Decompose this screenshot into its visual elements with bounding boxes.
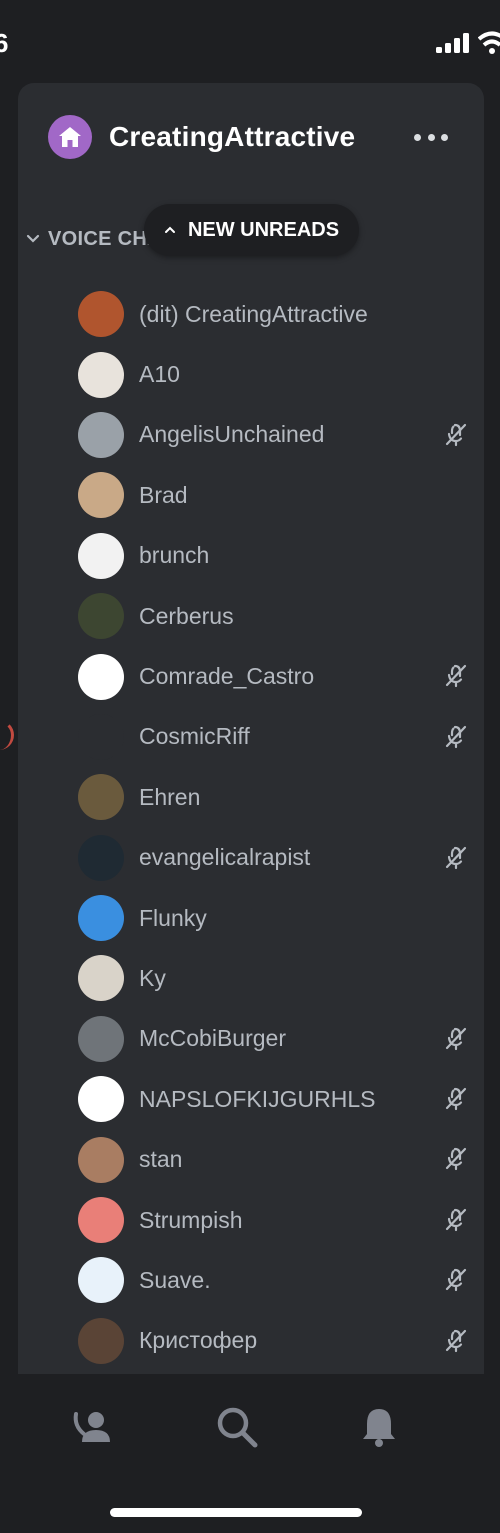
voice-member[interactable]: brunch [78, 526, 468, 586]
friends-icon [73, 1412, 110, 1442]
member-name: Flunky [139, 904, 207, 931]
member-name: Strumpish [139, 1206, 243, 1233]
member-name: Brad [139, 481, 188, 508]
more-dot-icon [427, 133, 435, 141]
voice-member[interactable]: AngelisUnchained [78, 405, 468, 465]
voice-member[interactable]: McCobiBurger [78, 1009, 468, 1069]
member-name: Кристофер [139, 1327, 258, 1354]
avatar [78, 593, 124, 640]
voice-member[interactable]: (dit) CreatingAttractive [78, 284, 468, 344]
member-name: CosmicRiff [139, 723, 250, 750]
voice-member[interactable]: Ky [78, 948, 468, 1008]
member-name: stan [139, 1146, 183, 1173]
nav-notifications[interactable] [356, 1404, 402, 1450]
home-indicator[interactable] [110, 1508, 362, 1517]
avatar [78, 834, 124, 881]
voice-member[interactable]: stan [78, 1129, 468, 1189]
chevron-up-icon [164, 226, 175, 233]
voice-member[interactable]: Ehren [78, 767, 468, 827]
voice-member[interactable]: Cerberus [78, 586, 468, 646]
more-options-button[interactable] [414, 127, 448, 147]
status-bar: 6 [0, 0, 500, 80]
microphone-muted-icon [445, 665, 467, 688]
more-dot-icon [441, 133, 448, 141]
avatar [78, 774, 124, 821]
avatar [78, 1257, 124, 1304]
avatar [78, 1197, 124, 1244]
member-name: Cerberus [139, 602, 234, 629]
microphone-muted-icon [445, 1027, 467, 1050]
avatar [78, 472, 124, 519]
server-header[interactable]: CreatingAttractive [48, 115, 468, 159]
microphone-muted-icon [445, 423, 467, 446]
bell-icon [363, 1409, 395, 1447]
home-icon [59, 127, 81, 147]
avatar [78, 1136, 124, 1183]
search-icon [217, 1407, 258, 1448]
new-unreads-label: NEW UNREADS [187, 218, 340, 241]
wifi-icon [478, 31, 500, 54]
member-name: Ehren [139, 783, 201, 810]
microphone-muted-icon [445, 725, 467, 748]
avatar [78, 1076, 124, 1123]
avatar [78, 351, 124, 398]
new-unreads-button[interactable]: NEW UNREADS [144, 204, 359, 256]
member-name: Suave. [139, 1266, 211, 1293]
background-channel-peek [0, 720, 14, 750]
member-name: NAPSLOFKIJGURHLS [139, 1085, 376, 1112]
status-time: 6 [0, 28, 9, 58]
server-icon [48, 115, 92, 159]
avatar [78, 713, 124, 760]
microphone-muted-icon [445, 1329, 467, 1352]
member-name: brunch [139, 542, 210, 569]
member-name: A10 [139, 361, 180, 388]
nav-search[interactable] [214, 1404, 260, 1450]
avatar [78, 955, 124, 1002]
voice-member[interactable]: CosmicRiff [78, 707, 468, 767]
member-name: McCobiBurger [139, 1025, 286, 1052]
signal-icon [436, 33, 469, 53]
avatar [78, 653, 124, 700]
voice-member[interactable]: Suave. [78, 1250, 468, 1310]
voice-member[interactable]: Flunky [78, 888, 468, 948]
voice-member[interactable]: Strumpish [78, 1190, 468, 1250]
member-name: evangelicalrapist [139, 844, 311, 871]
voice-member[interactable]: Comrade_Castro [78, 646, 468, 706]
voice-member[interactable]: A10 [78, 344, 468, 404]
avatar [78, 895, 124, 942]
voice-member[interactable]: NAPSLOFKIJGURHLS [78, 1069, 468, 1129]
microphone-muted-icon [445, 846, 467, 869]
voice-member-list: (dit) CreatingAttractive A10 AngelisUnchai… [78, 284, 468, 1371]
member-name: Comrade_Castro [139, 663, 315, 690]
voice-channel-panel: CreatingAttractive VOICE CHANNELS NEW UN… [18, 83, 484, 1383]
nav-friends[interactable] [70, 1404, 116, 1450]
avatar [78, 1015, 124, 1062]
voice-member[interactable]: Кристофер [78, 1311, 468, 1371]
chevron-down-icon [26, 234, 40, 243]
avatar [78, 291, 124, 338]
voice-member[interactable]: Brad [78, 465, 468, 525]
microphone-muted-icon [445, 1208, 467, 1231]
microphone-muted-icon [445, 1087, 467, 1111]
avatar [78, 411, 124, 458]
member-name: (dit) CreatingAttractive [139, 300, 368, 327]
member-name: AngelisUnchained [139, 421, 325, 448]
voice-member[interactable]: evangelicalrapist [78, 828, 468, 888]
member-name: Ky [139, 964, 166, 991]
avatar [78, 532, 124, 579]
microphone-muted-icon [445, 1269, 467, 1292]
server-name: CreatingAttractive [109, 121, 356, 152]
microphone-muted-icon [445, 1148, 467, 1171]
more-dot-icon [414, 133, 421, 141]
avatar [78, 1317, 124, 1364]
